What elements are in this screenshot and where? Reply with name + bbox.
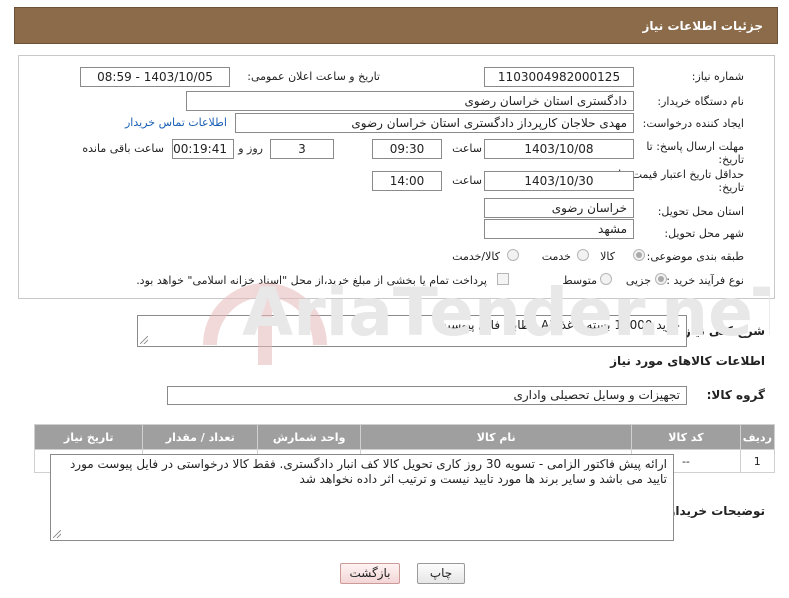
goods-group-label: گروه کالا: — [706, 388, 765, 402]
page-title: جزئیات اطلاعات نیاز — [642, 19, 763, 33]
process-minor-label: جزیی — [625, 274, 651, 287]
process-medium-radio[interactable] — [600, 273, 612, 285]
category-service-label: خدمت — [541, 250, 571, 263]
province-label: استان محل تحویل: — [657, 205, 744, 218]
days-field[interactable]: 3 — [270, 139, 334, 159]
category-goods-service-radio[interactable] — [507, 249, 519, 261]
province-field[interactable]: خراسان رضوی — [484, 198, 634, 218]
validity-date-field[interactable]: 1403/10/30 — [484, 171, 634, 191]
validity-label: حداقل تاریخ اعتبار قیمت: تا — [618, 168, 744, 181]
goods-section-title: اطلاعات کالاهای مورد نیاز — [610, 354, 765, 368]
resize-handle-icon[interactable] — [140, 336, 148, 344]
category-label: طبقه بندی موضوعی: — [646, 250, 744, 263]
description-label: شرح کلی نیاز: — [679, 324, 765, 338]
validity-hour-label: ساعت — [452, 174, 482, 187]
buyer-contact-link[interactable]: اطلاعات تماس خریدار — [125, 116, 227, 129]
col-header-unit: واحد شمارش — [257, 424, 362, 450]
validity-date-label: تاریخ: — [718, 181, 744, 194]
col-header-quantity: تعداد / مقدار — [142, 424, 259, 450]
creator-field[interactable]: مهدی حلاجان کارپرداز دادگستری استان خراس… — [235, 113, 634, 133]
city-field[interactable]: مشهد — [484, 219, 634, 239]
page-header: جزئیات اطلاعات نیاز — [14, 7, 778, 44]
days-label: روز و — [238, 142, 263, 155]
announce-field[interactable]: 1403/10/05 - 08:59 — [80, 67, 230, 87]
deadline-label: مهلت ارسال پاسخ: تا — [646, 140, 744, 153]
process-medium-label: متوسط — [562, 274, 597, 287]
category-goods-service-label: کالا/خدمت — [452, 250, 500, 263]
category-service-radio[interactable] — [577, 249, 589, 261]
buyer-notes-field[interactable]: ارائه پیش فاکتور الزامی - تسویه 30 روز ک… — [50, 454, 674, 541]
print-button[interactable]: چاپ — [417, 563, 465, 584]
deadline-date-label: تاریخ: — [718, 153, 744, 166]
table-header-row: ردیف کد کالا نام کالا واحد شمارش تعداد /… — [33, 424, 776, 450]
remaining-time-field[interactable]: 00:19:41 — [172, 139, 234, 159]
treasury-payment-note: پرداخت تمام یا بخشی از مبلغ خرید،از محل … — [136, 274, 487, 287]
treasury-payment-checkbox[interactable] — [497, 273, 509, 285]
deadline-date-field[interactable]: 1403/10/08 — [484, 139, 634, 159]
cell-row-number: 1 — [739, 449, 776, 473]
col-header-goods-code: کد کالا — [631, 424, 741, 450]
process-minor-radio[interactable] — [655, 273, 667, 285]
description-field[interactable]: خرید 10000 بسته کاغذ A5 مطابق فایل پیوست — [137, 315, 687, 347]
remaining-label: ساعت باقی مانده — [82, 142, 164, 155]
category-goods-radio[interactable] — [633, 249, 645, 261]
validity-time-field[interactable]: 14:00 — [372, 171, 442, 191]
goods-group-field[interactable]: تجهیزات و وسایل تحصیلی واداری — [167, 386, 687, 405]
buyer-org-label: نام دستگاه خریدار: — [657, 95, 744, 108]
col-header-row-number: ردیف — [739, 424, 776, 450]
city-label: شهر محل تحویل: — [664, 227, 744, 240]
buyer-notes-text: ارائه پیش فاکتور الزامی - تسویه 30 روز ک… — [69, 457, 667, 486]
resize-handle-icon[interactable] — [53, 530, 61, 538]
deadline-hour-label: ساعت — [452, 142, 482, 155]
buyer-notes-label: توضیحات خریدار: — [663, 504, 765, 518]
need-number-field[interactable]: 1103004982000125 — [484, 67, 634, 87]
need-number-label: شماره نیاز: — [691, 70, 744, 83]
col-header-need-date: تاریخ نیاز — [33, 424, 144, 450]
creator-label: ایجاد کننده درخواست: — [642, 117, 744, 130]
announce-label: تاریخ و ساعت اعلان عمومی: — [247, 70, 380, 83]
description-text: خرید 10000 بسته کاغذ A5 مطابق فایل پیوست — [439, 318, 680, 332]
col-header-goods-name: نام کالا — [360, 424, 633, 450]
category-goods-label: کالا — [600, 250, 615, 263]
deadline-time-field[interactable]: 09:30 — [372, 139, 442, 159]
process-label: نوع فرآیند خرید : — [666, 274, 744, 287]
buyer-org-field[interactable]: دادگستری استان خراسان رضوی — [186, 91, 634, 111]
back-button[interactable]: بازگشت — [340, 563, 400, 584]
